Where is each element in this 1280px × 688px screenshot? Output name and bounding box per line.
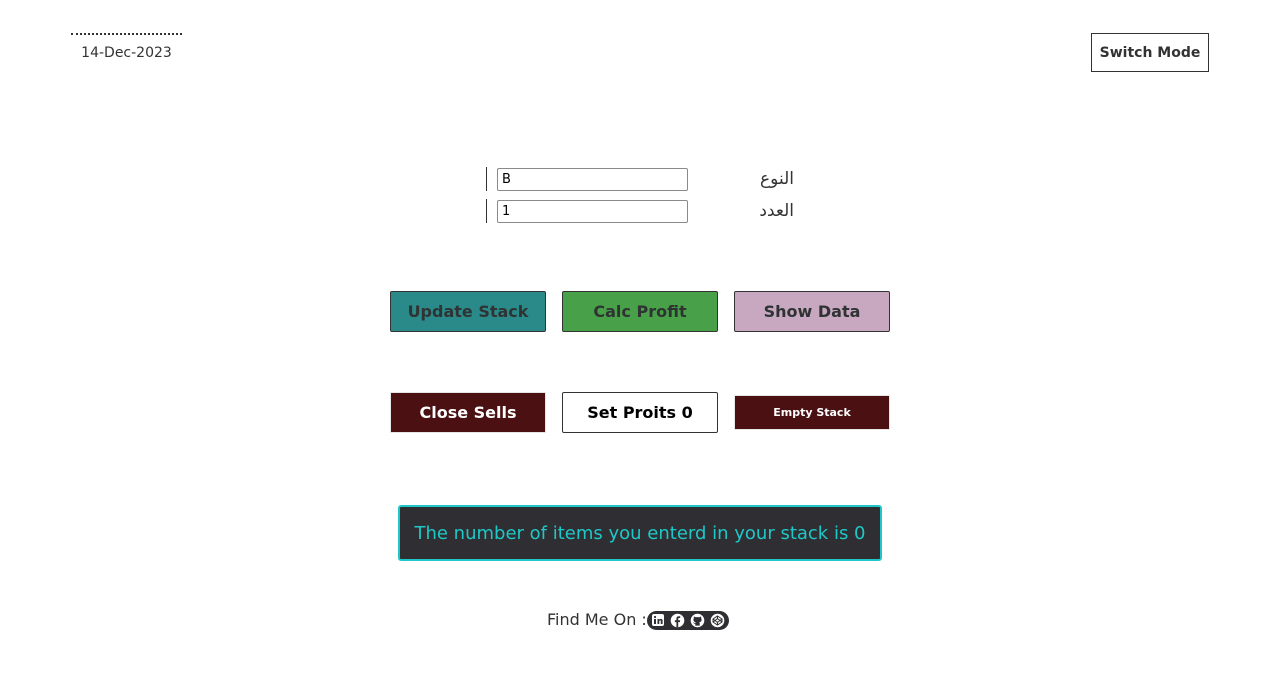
find-me-label: Find Me On : [547,610,647,629]
type-row-bar [486,167,487,191]
count-label: العدد [759,201,794,221]
codepen-icon[interactable] [710,612,726,628]
current-date: 14-Dec-2023 [81,45,172,61]
type-label: النوع [760,169,794,189]
footer: Find Me On : [547,609,729,631]
switch-mode-button[interactable]: Switch Mode [1091,33,1209,72]
dotted-divider [71,33,182,35]
social-links [646,610,729,630]
count-row: العدد [486,199,806,223]
close-sells-button[interactable]: Close Sells [390,392,546,433]
count-row-bar [486,199,487,223]
date-block: 14-Dec-2023 [71,33,182,61]
update-stack-button[interactable]: Update Stack [390,291,546,332]
type-input[interactable] [497,168,688,191]
github-icon[interactable] [690,612,706,628]
count-input[interactable] [497,200,688,223]
calc-profit-button[interactable]: Calc Profit [562,291,718,332]
stack-status-message: The number of items you enterd in your s… [398,505,882,561]
page: 14-Dec-2023 Switch Mode النوع العدد Upda… [0,0,1280,688]
type-row: النوع [486,167,806,191]
set-profits-button[interactable]: Set Proits 0 [562,392,718,433]
facebook-icon[interactable] [670,612,686,628]
empty-stack-button[interactable]: Empty Stack [734,395,890,430]
show-data-button[interactable]: Show Data [734,291,890,332]
linkedin-icon[interactable] [650,612,666,628]
